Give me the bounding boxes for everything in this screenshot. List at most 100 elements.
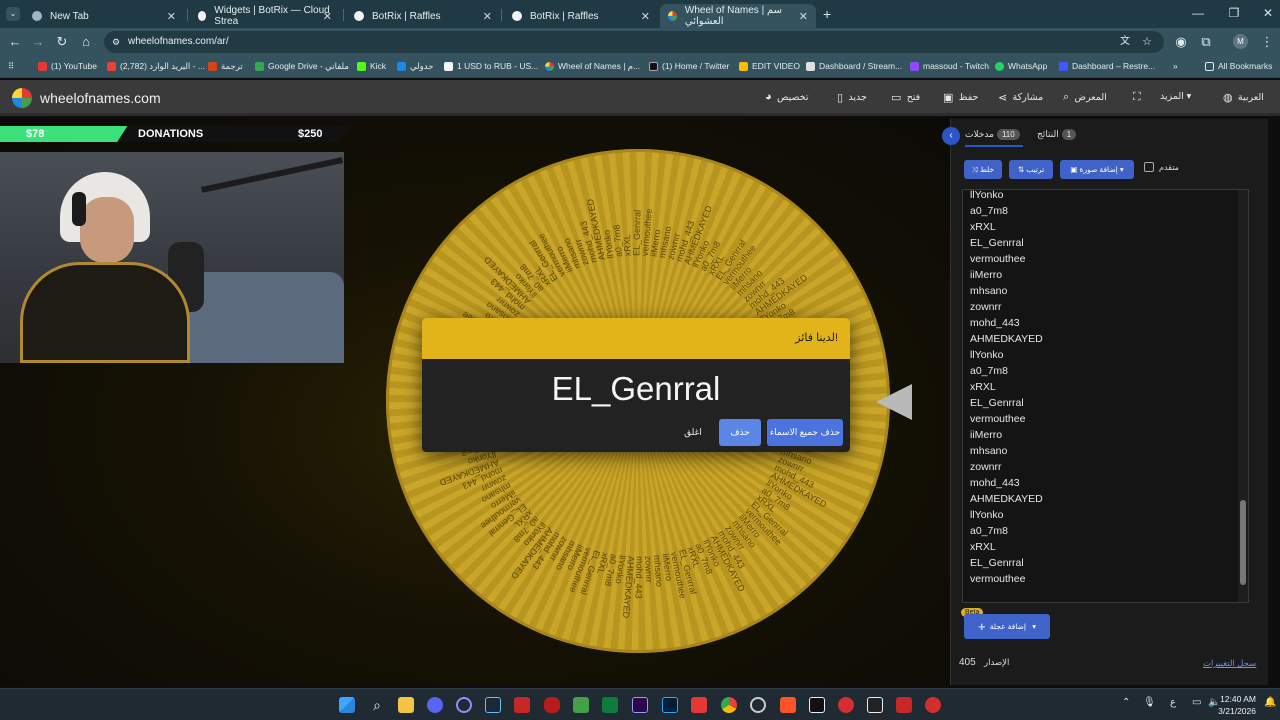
search-icon[interactable]: ⌕ — [369, 697, 385, 713]
app-icon[interactable] — [514, 697, 530, 713]
bookmark-star-icon[interactable]: ☆ — [1142, 31, 1152, 53]
site-info-icon[interactable]: ⚙ — [112, 31, 120, 53]
window-close-icon[interactable]: ✕ — [1258, 6, 1278, 20]
premiere-icon[interactable] — [632, 697, 648, 713]
shuffle-button[interactable]: ⤨ خلط — [964, 160, 1002, 179]
minimize-icon[interactable]: — — [1188, 6, 1208, 20]
save-button[interactable]: ▣ حفظ — [938, 91, 978, 104]
file-explorer-icon[interactable] — [398, 697, 414, 713]
changelog-link[interactable]: سجل التغييرات — [1203, 658, 1256, 669]
remove-all-button[interactable]: حذف جميع الاسماء — [767, 419, 843, 446]
tab-botrix-widgets[interactable]: Widgets | BotRix — Cloud Strea ✕ — [190, 4, 340, 28]
forward-arrow-icon[interactable]: → — [29, 34, 47, 49]
extensions-puzzle-icon[interactable]: ⧉ — [1197, 34, 1215, 50]
close-icon[interactable]: ✕ — [799, 10, 808, 23]
bookmark-whatsapp[interactable]: WhatsApp — [995, 61, 1047, 71]
bookmark-kick[interactable]: Kick — [357, 61, 386, 71]
app-icon[interactable] — [544, 697, 560, 713]
app-icon[interactable] — [691, 697, 707, 713]
apps-grid-icon[interactable]: ⠿ — [8, 61, 14, 72]
new-button[interactable]: ▯ جديد — [832, 91, 867, 104]
reload-icon[interactable]: ↻ — [53, 34, 71, 50]
close-icon[interactable]: ✕ — [641, 10, 650, 23]
bookmark-wheel-of-names[interactable]: Wheel of Names | م... — [545, 61, 640, 72]
tab-new-tab[interactable]: New Tab ✕ — [24, 4, 184, 28]
steam-icon[interactable] — [485, 697, 501, 713]
tab-botrix-raffles-2[interactable]: BotRix | Raffles ✕ — [504, 4, 658, 28]
language-button[interactable]: ◍ العربية — [1218, 91, 1264, 104]
back-arrow-icon[interactable]: ← — [6, 34, 24, 49]
bookmarks-overflow-button[interactable]: » — [1173, 61, 1178, 71]
tray-overflow-icon[interactable]: ⌃ — [1122, 697, 1130, 708]
capcut-icon[interactable] — [809, 697, 825, 713]
open-button[interactable]: ▭ فتح — [886, 91, 920, 104]
all-bookmarks-button[interactable]: All Bookmarks — [1205, 61, 1272, 71]
bookmark-restream[interactable]: Dashboard – Restre... — [1059, 61, 1155, 71]
brave-icon[interactable] — [780, 697, 796, 713]
extension-icon[interactable]: ◉ — [1172, 34, 1190, 50]
close-icon[interactable]: ✕ — [483, 10, 492, 23]
bookmark-gmail[interactable]: (2,782) البريد الوارد - ... — [107, 61, 205, 72]
bookmark-google-drive[interactable]: Google Drive - ملفاتي — [255, 61, 349, 72]
media-player-icon[interactable] — [456, 697, 472, 713]
taskbar-clock[interactable]: 12:40 AM 3/21/2026 — [1218, 693, 1256, 717]
remove-button[interactable]: حذف — [719, 419, 761, 446]
bookmark-schedule[interactable]: جدولي — [397, 61, 434, 72]
app-icon[interactable] — [867, 697, 883, 713]
app-icon[interactable] — [896, 697, 912, 713]
tab-search-button[interactable]: ⌄ — [6, 7, 20, 21]
bookmark-edit-video[interactable]: EDIT VIDEO — [739, 61, 800, 71]
add-image-button[interactable]: ▣ إضافة صورة ▾ — [1060, 160, 1134, 179]
browser-menu-icon[interactable]: ⋮ — [1258, 34, 1276, 50]
app-icon[interactable] — [925, 697, 941, 713]
bookmark-usd-rub[interactable]: 1 USD to RUB - US... — [444, 61, 538, 71]
bookmark-twitter[interactable]: (1) Home / Twitter — [649, 61, 729, 71]
collapse-panel-button[interactable]: ‹ — [942, 127, 960, 145]
tab-entries[interactable]: مدخلات 110 — [965, 129, 1023, 147]
donation-goal: $250 — [298, 128, 323, 140]
new-tab-button[interactable]: + — [823, 6, 831, 22]
site-logo[interactable]: wheelofnames.com — [12, 88, 161, 108]
app-icon[interactable] — [750, 697, 766, 713]
tab-botrix-raffles[interactable]: BotRix | Raffles ✕ — [346, 4, 500, 28]
address-bar[interactable]: ⚙ wheelofnames.com/ar/ 文 ☆ — [104, 31, 1164, 53]
entries-textarea[interactable]: llYonko a0_7m8 xRXL EL_Genrral vermouthee iiM… — [962, 189, 1249, 603]
bookmark-youtube[interactable]: (1) YouTube — [38, 61, 97, 71]
gallery-button[interactable]: ⌕ المعرض — [1058, 91, 1107, 104]
notification-bell-icon[interactable]: 🔔 — [1264, 697, 1276, 708]
translate-icon[interactable]: 文 — [1120, 31, 1130, 53]
tab-results[interactable]: النتائج 1 — [1037, 129, 1079, 140]
entries-scrollbar[interactable] — [1238, 190, 1248, 602]
customize-button[interactable]: ◕ تخصيص — [760, 91, 808, 103]
input-language[interactable]: ع — [1170, 697, 1176, 708]
home-icon[interactable]: ⌂ — [77, 34, 95, 49]
bookmark-translate[interactable]: ترجمة — [208, 61, 243, 72]
app-icon[interactable] — [838, 697, 854, 713]
share-button[interactable]: ⋖ مشاركة — [993, 91, 1043, 104]
chrome-icon[interactable] — [721, 697, 737, 713]
tab-wheel-of-names[interactable]: Wheel of Names | سم العشوائي ✕ — [660, 4, 816, 28]
close-button[interactable]: اغلق — [676, 419, 710, 446]
mic-arm-shape — [200, 157, 344, 193]
fullscreen-button[interactable]: ⛶ — [1128, 91, 1141, 104]
sort-button[interactable]: ⇅ ترتيب — [1009, 160, 1053, 179]
close-icon[interactable]: ✕ — [323, 10, 332, 23]
app-icon[interactable] — [573, 697, 589, 713]
more-menu-button[interactable]: المزيد ▾ — [1160, 91, 1191, 102]
close-icon[interactable]: ✕ — [167, 10, 176, 23]
scrollbar-thumb[interactable] — [1240, 500, 1246, 585]
add-wheel-button[interactable]: + إضافة عجلة ▾ — [964, 614, 1050, 639]
checkbox-label: متقدم — [1159, 162, 1179, 172]
microphone-icon[interactable]: 🎙 — [1143, 697, 1156, 708]
windows-start-icon[interactable] — [339, 697, 355, 713]
bookmark-twitch[interactable]: massoud - Twitch — [910, 61, 989, 71]
restore-icon[interactable]: ❐ — [1224, 6, 1244, 20]
bookmark-dashboard-stream[interactable]: Dashboard / Stream... — [806, 61, 902, 71]
excel-icon[interactable] — [602, 697, 618, 713]
profile-avatar[interactable]: M — [1233, 34, 1248, 49]
advanced-checkbox[interactable]: متقدم — [1144, 162, 1179, 172]
tab-title: BotRix | Raffles — [530, 10, 599, 22]
discord-icon[interactable] — [427, 697, 443, 713]
network-icon[interactable]: ▭ — [1192, 697, 1201, 708]
photoshop-icon[interactable] — [662, 697, 678, 713]
